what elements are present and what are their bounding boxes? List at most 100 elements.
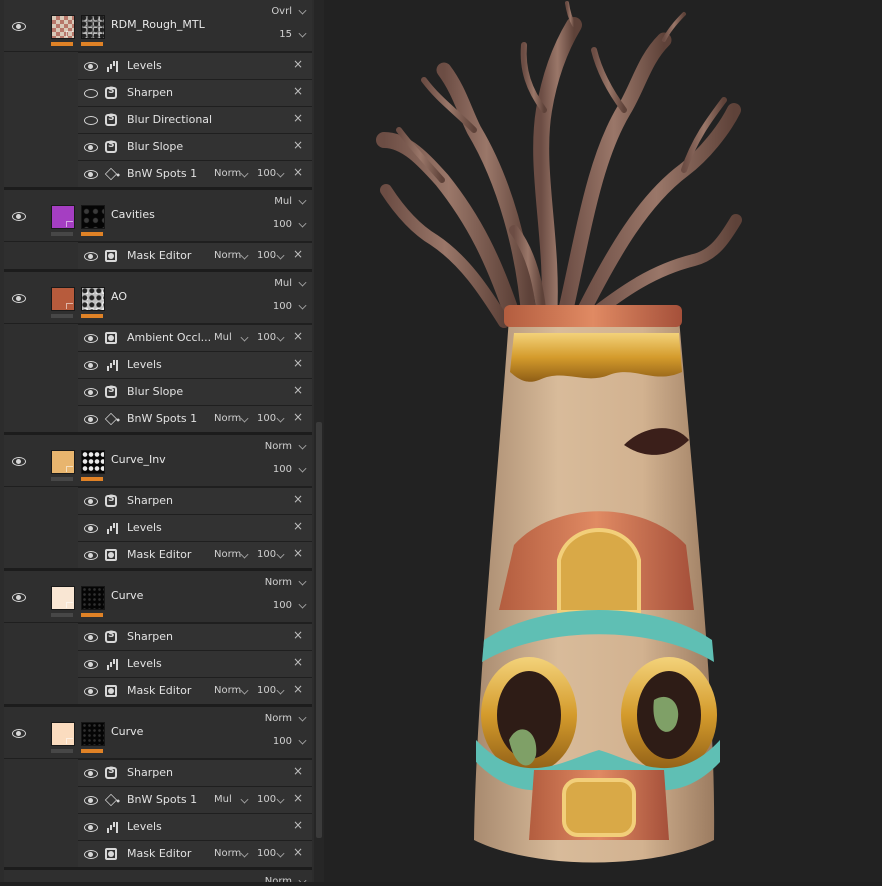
effect-row[interactable]: Mask Editor Norm 100 × [78, 541, 312, 568]
effect-row[interactable]: Levels × [78, 650, 312, 677]
close-icon[interactable]: × [293, 682, 303, 696]
blend-mode-select[interactable]: Ovrl [271, 6, 292, 17]
opacity-value[interactable]: 100 [273, 219, 292, 230]
effect-row[interactable]: Mask Editor Norm 100 × [78, 677, 312, 704]
chevron-down-icon[interactable] [276, 550, 285, 559]
chevron-down-icon[interactable] [298, 464, 307, 473]
visibility-eye-icon[interactable] [84, 769, 98, 778]
visibility-eye-icon[interactable] [84, 850, 98, 859]
layer-color-swatch[interactable] [51, 287, 75, 311]
close-icon[interactable]: × [293, 111, 303, 125]
opacity-value[interactable]: 100 [273, 600, 292, 611]
close-icon[interactable]: × [293, 84, 303, 98]
chevron-down-icon[interactable] [298, 876, 307, 882]
opacity-value[interactable]: 100 [273, 464, 292, 475]
chevron-down-icon[interactable] [276, 686, 285, 695]
layer-row[interactable]: RDM_Rough_MTL Ovrl 15 [4, 0, 312, 52]
close-icon[interactable]: × [293, 247, 303, 261]
visibility-eye-icon[interactable] [84, 116, 98, 125]
blend-mode-select[interactable]: Norm [265, 713, 292, 724]
layer-row[interactable]: Curve_Inv Norm 100 [4, 435, 312, 487]
effect-opacity-value[interactable]: 100 [257, 794, 276, 805]
visibility-eye-icon[interactable] [84, 89, 98, 98]
opacity-value[interactable]: 100 [273, 736, 292, 747]
chevron-down-icon[interactable] [276, 414, 285, 423]
layer-row[interactable]: Cavities Mul 100 [4, 190, 312, 242]
effect-row[interactable]: Levels × [78, 52, 312, 79]
effect-row[interactable]: Levels × [78, 514, 312, 541]
chevron-down-icon[interactable] [240, 169, 249, 178]
close-icon[interactable]: × [293, 138, 303, 152]
layer-mask-thumbnail[interactable] [81, 586, 105, 610]
chevron-down-icon[interactable] [298, 219, 307, 228]
visibility-eye-icon[interactable] [12, 729, 26, 738]
visibility-eye-icon[interactable] [12, 294, 26, 303]
effect-opacity-value[interactable]: 100 [257, 549, 276, 560]
effect-opacity-value[interactable]: 100 [257, 250, 276, 261]
effect-row[interactable]: Ambient Occl... Mul 100 × [78, 324, 312, 351]
chevron-down-icon[interactable] [276, 795, 285, 804]
layer-color-swatch[interactable] [51, 205, 75, 229]
close-icon[interactable]: × [293, 356, 303, 370]
visibility-eye-icon[interactable] [84, 415, 98, 424]
effect-blend-select[interactable]: Norm [214, 168, 241, 179]
effect-blend-select[interactable]: Norm [214, 685, 241, 696]
layer-panel-scrollbar[interactable] [314, 0, 324, 882]
visibility-eye-icon[interactable] [84, 497, 98, 506]
opacity-value[interactable]: 100 [273, 301, 292, 312]
chevron-down-icon[interactable] [298, 6, 307, 15]
chevron-down-icon[interactable] [298, 600, 307, 609]
blend-mode-select[interactable]: Norm [265, 876, 292, 882]
layer-mask-thumbnail[interactable] [81, 15, 105, 39]
chevron-down-icon[interactable] [298, 441, 307, 450]
layer-mask-thumbnail[interactable] [81, 287, 105, 311]
visibility-eye-icon[interactable] [84, 823, 98, 832]
layer-color-swatch[interactable] [51, 722, 75, 746]
chevron-down-icon[interactable] [276, 169, 285, 178]
close-icon[interactable]: × [293, 519, 303, 533]
effect-row[interactable]: Blur Slope × [78, 378, 312, 405]
close-icon[interactable]: × [293, 791, 303, 805]
chevron-down-icon[interactable] [276, 849, 285, 858]
effect-row[interactable]: Mask Editor Norm 100 × [78, 242, 312, 269]
effect-row[interactable]: Blur Slope × [78, 133, 312, 160]
close-icon[interactable]: × [293, 845, 303, 859]
chevron-down-icon[interactable] [240, 333, 249, 342]
visibility-eye-icon[interactable] [84, 361, 98, 370]
chevron-down-icon[interactable] [240, 849, 249, 858]
blend-mode-select[interactable]: Norm [265, 441, 292, 452]
close-icon[interactable]: × [293, 546, 303, 560]
opacity-value[interactable]: 15 [279, 29, 292, 40]
chevron-down-icon[interactable] [298, 196, 307, 205]
close-icon[interactable]: × [293, 764, 303, 778]
effect-blend-select[interactable]: Norm [214, 250, 241, 261]
effect-row[interactable]: Mask Editor Norm 100 × [78, 840, 312, 867]
visibility-eye-icon[interactable] [84, 660, 98, 669]
layer-row[interactable]: BASENorm100 [4, 870, 312, 882]
effect-blend-select[interactable]: Mul [214, 332, 232, 343]
visibility-eye-icon[interactable] [84, 252, 98, 261]
close-icon[interactable]: × [293, 818, 303, 832]
effect-row[interactable]: Levels × [78, 813, 312, 840]
visibility-eye-icon[interactable] [12, 457, 26, 466]
close-icon[interactable]: × [293, 57, 303, 71]
close-icon[interactable]: × [293, 165, 303, 179]
visibility-eye-icon[interactable] [84, 687, 98, 696]
chevron-down-icon[interactable] [298, 278, 307, 287]
layer-color-swatch[interactable] [51, 15, 75, 39]
close-icon[interactable]: × [293, 492, 303, 506]
visibility-eye-icon[interactable] [84, 334, 98, 343]
3d-viewport[interactable] [324, 0, 882, 882]
visibility-eye-icon[interactable] [12, 212, 26, 221]
visibility-eye-icon[interactable] [84, 170, 98, 179]
chevron-down-icon[interactable] [276, 333, 285, 342]
layer-color-swatch[interactable] [51, 586, 75, 610]
effect-blend-select[interactable]: Norm [214, 848, 241, 859]
visibility-eye-icon[interactable] [84, 633, 98, 642]
visibility-eye-icon[interactable] [84, 62, 98, 71]
blend-mode-select[interactable]: Mul [274, 278, 292, 289]
layer-mask-thumbnail[interactable] [81, 450, 105, 474]
close-icon[interactable]: × [293, 410, 303, 424]
effect-opacity-value[interactable]: 100 [257, 332, 276, 343]
effect-row[interactable]: Sharpen × [78, 759, 312, 786]
